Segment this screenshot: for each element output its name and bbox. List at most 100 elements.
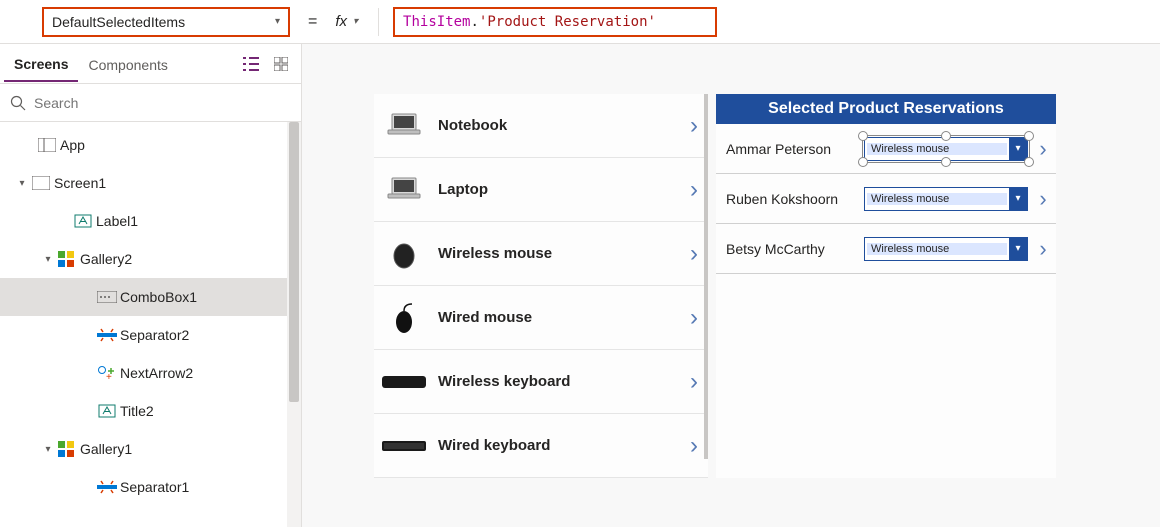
property-name: DefaultSelectedItems bbox=[52, 14, 185, 30]
formula-token-field: 'Product Reservation' bbox=[479, 14, 656, 30]
scrollbar[interactable] bbox=[287, 122, 301, 527]
list-item[interactable]: Wireless keyboard› bbox=[374, 350, 708, 414]
list-item[interactable]: Laptop› bbox=[374, 158, 708, 222]
chevron-down-icon[interactable]: ▾ bbox=[1009, 138, 1027, 160]
nextarrow-icon: + bbox=[96, 365, 118, 381]
reservation-row: Ruben KokshoornWireless mouse▾› bbox=[716, 174, 1056, 224]
tree-item-gallery2[interactable]: ▾ Gallery2 bbox=[0, 240, 301, 278]
label-icon bbox=[72, 213, 94, 229]
list-item[interactable]: Wireless mouse› bbox=[374, 222, 708, 286]
product-title: Wired keyboard bbox=[428, 437, 690, 454]
product-title: Laptop bbox=[428, 181, 690, 198]
chevron-right-icon[interactable]: › bbox=[690, 368, 698, 396]
product-image bbox=[380, 234, 428, 274]
search-icon bbox=[10, 95, 26, 111]
gallery1[interactable]: Notebook›Laptop›Wireless mouse›Wired mou… bbox=[374, 94, 708, 478]
fx-label: fx bbox=[335, 13, 347, 30]
tree-item-label1[interactable]: Label1 bbox=[0, 202, 301, 240]
person-name: Ruben Kokshoorn bbox=[726, 191, 858, 207]
tab-screens[interactable]: Screens bbox=[4, 46, 78, 82]
chevron-right-icon[interactable]: › bbox=[690, 112, 698, 140]
divider bbox=[378, 8, 379, 36]
product-title: Notebook bbox=[428, 117, 690, 134]
chevron-right-icon[interactable]: › bbox=[690, 176, 698, 204]
gallery2[interactable]: Selected Product Reservations Ammar Pete… bbox=[716, 94, 1056, 478]
screen-icon bbox=[30, 176, 52, 190]
person-name: Ammar Peterson bbox=[726, 141, 858, 157]
chevron-right-icon[interactable]: › bbox=[690, 240, 698, 268]
scrollbar-thumb[interactable] bbox=[704, 94, 708, 459]
chevron-right-icon[interactable]: › bbox=[690, 432, 698, 460]
tree-item-app[interactable]: App bbox=[0, 126, 301, 164]
tree-item-label: Title2 bbox=[118, 403, 154, 419]
tree-item-label: NextArrow2 bbox=[118, 365, 193, 381]
tree-view-panel: Screens Components App▾Screen1Label1▾Gal… bbox=[0, 44, 302, 527]
formula-input[interactable]: ThisItem.'Product Reservation' bbox=[393, 7, 717, 37]
expand-caret-icon[interactable]: ▾ bbox=[14, 178, 30, 189]
grid-view-icon[interactable] bbox=[269, 52, 293, 76]
tree-item-label: Screen1 bbox=[52, 175, 106, 191]
gallery2-header: Selected Product Reservations bbox=[716, 94, 1056, 124]
combobox[interactable]: Wireless mouse▾ bbox=[864, 187, 1028, 211]
product-image bbox=[380, 170, 428, 210]
product-image bbox=[380, 106, 428, 146]
tree: App ▾ Screen1 Label1 ▾ Gallery2 ComboBox1 Separ… bbox=[0, 122, 301, 527]
tree-item-label: Separator2 bbox=[118, 327, 189, 343]
combobox-value: Wireless mouse bbox=[867, 193, 1007, 205]
tree-item-label: Separator1 bbox=[118, 479, 189, 495]
app-icon bbox=[36, 138, 58, 152]
formula-token-dot: . bbox=[470, 14, 478, 30]
list-item[interactable]: Notebook› bbox=[374, 94, 708, 158]
chevron-right-icon[interactable]: › bbox=[690, 304, 698, 332]
chevron-right-icon[interactable]: › bbox=[1034, 236, 1052, 262]
canvas: Notebook›Laptop›Wireless mouse›Wired mou… bbox=[302, 44, 1160, 527]
list-item[interactable]: Wired keyboard› bbox=[374, 414, 708, 478]
person-name: Betsy McCarthy bbox=[726, 241, 858, 257]
combobox[interactable]: Wireless mouse▾ bbox=[864, 237, 1028, 261]
tree-item-label: Gallery2 bbox=[78, 251, 132, 267]
combobox-value: Wireless mouse bbox=[867, 143, 1007, 155]
tree-item-title2[interactable]: Title2 bbox=[0, 392, 301, 430]
expand-caret-icon[interactable]: ▾ bbox=[40, 444, 56, 455]
tree-item-gallery1[interactable]: ▾Gallery1 bbox=[0, 430, 301, 468]
property-selector[interactable]: DefaultSelectedItems ▾ bbox=[42, 7, 290, 37]
product-title: Wireless mouse bbox=[428, 245, 690, 262]
chevron-down-icon: ▾ bbox=[275, 16, 280, 27]
combobox[interactable]: Wireless mouse▾ bbox=[864, 137, 1028, 161]
product-title: Wireless keyboard bbox=[428, 373, 690, 390]
tree-item-screen1[interactable]: ▾ Screen1 bbox=[0, 164, 301, 202]
separator-icon bbox=[96, 479, 118, 495]
chevron-down-icon[interactable]: ▾ bbox=[1009, 188, 1027, 210]
combobox-icon bbox=[96, 291, 118, 303]
product-image bbox=[380, 362, 428, 402]
chevron-right-icon[interactable]: › bbox=[1034, 136, 1052, 162]
list-item[interactable]: Wired mouse› bbox=[374, 286, 708, 350]
tree-item-combobox1[interactable]: ComboBox1 bbox=[0, 278, 301, 316]
tree-item-separator1[interactable]: Separator1 bbox=[0, 468, 301, 506]
vertical-scrollbar[interactable] bbox=[704, 94, 708, 478]
chevron-down-icon[interactable]: ▾ bbox=[1009, 238, 1027, 260]
search-row bbox=[0, 84, 301, 122]
separator-icon bbox=[96, 327, 118, 343]
label-icon bbox=[96, 403, 118, 419]
gallery-icon bbox=[56, 251, 78, 267]
formula-bar: DefaultSelectedItems ▾ = fx ▾ ThisItem.'… bbox=[0, 0, 1160, 44]
list-view-icon[interactable] bbox=[239, 52, 263, 76]
tree-item-nextarrow2[interactable]: +NextArrow2 bbox=[0, 354, 301, 392]
search-input[interactable] bbox=[34, 95, 291, 111]
expand-caret-icon[interactable]: ▾ bbox=[40, 254, 56, 265]
combobox-value: Wireless mouse bbox=[867, 243, 1007, 255]
formula-token-object: ThisItem bbox=[403, 14, 470, 30]
tab-components[interactable]: Components bbox=[78, 47, 177, 81]
chevron-right-icon[interactable]: › bbox=[1034, 186, 1052, 212]
tree-item-separator2[interactable]: Separator2 bbox=[0, 316, 301, 354]
tree-item-label: Label1 bbox=[94, 213, 138, 229]
fx-button[interactable]: fx ▾ bbox=[335, 13, 364, 30]
tree-item-label: ComboBox1 bbox=[118, 289, 197, 305]
reservation-row: Betsy McCarthyWireless mouse▾› bbox=[716, 224, 1056, 274]
panel-tabs: Screens Components bbox=[0, 44, 301, 84]
product-title: Wired mouse bbox=[428, 309, 690, 326]
scrollbar-thumb[interactable] bbox=[289, 122, 299, 402]
tree-item-label: App bbox=[58, 137, 85, 153]
product-image bbox=[380, 298, 428, 338]
